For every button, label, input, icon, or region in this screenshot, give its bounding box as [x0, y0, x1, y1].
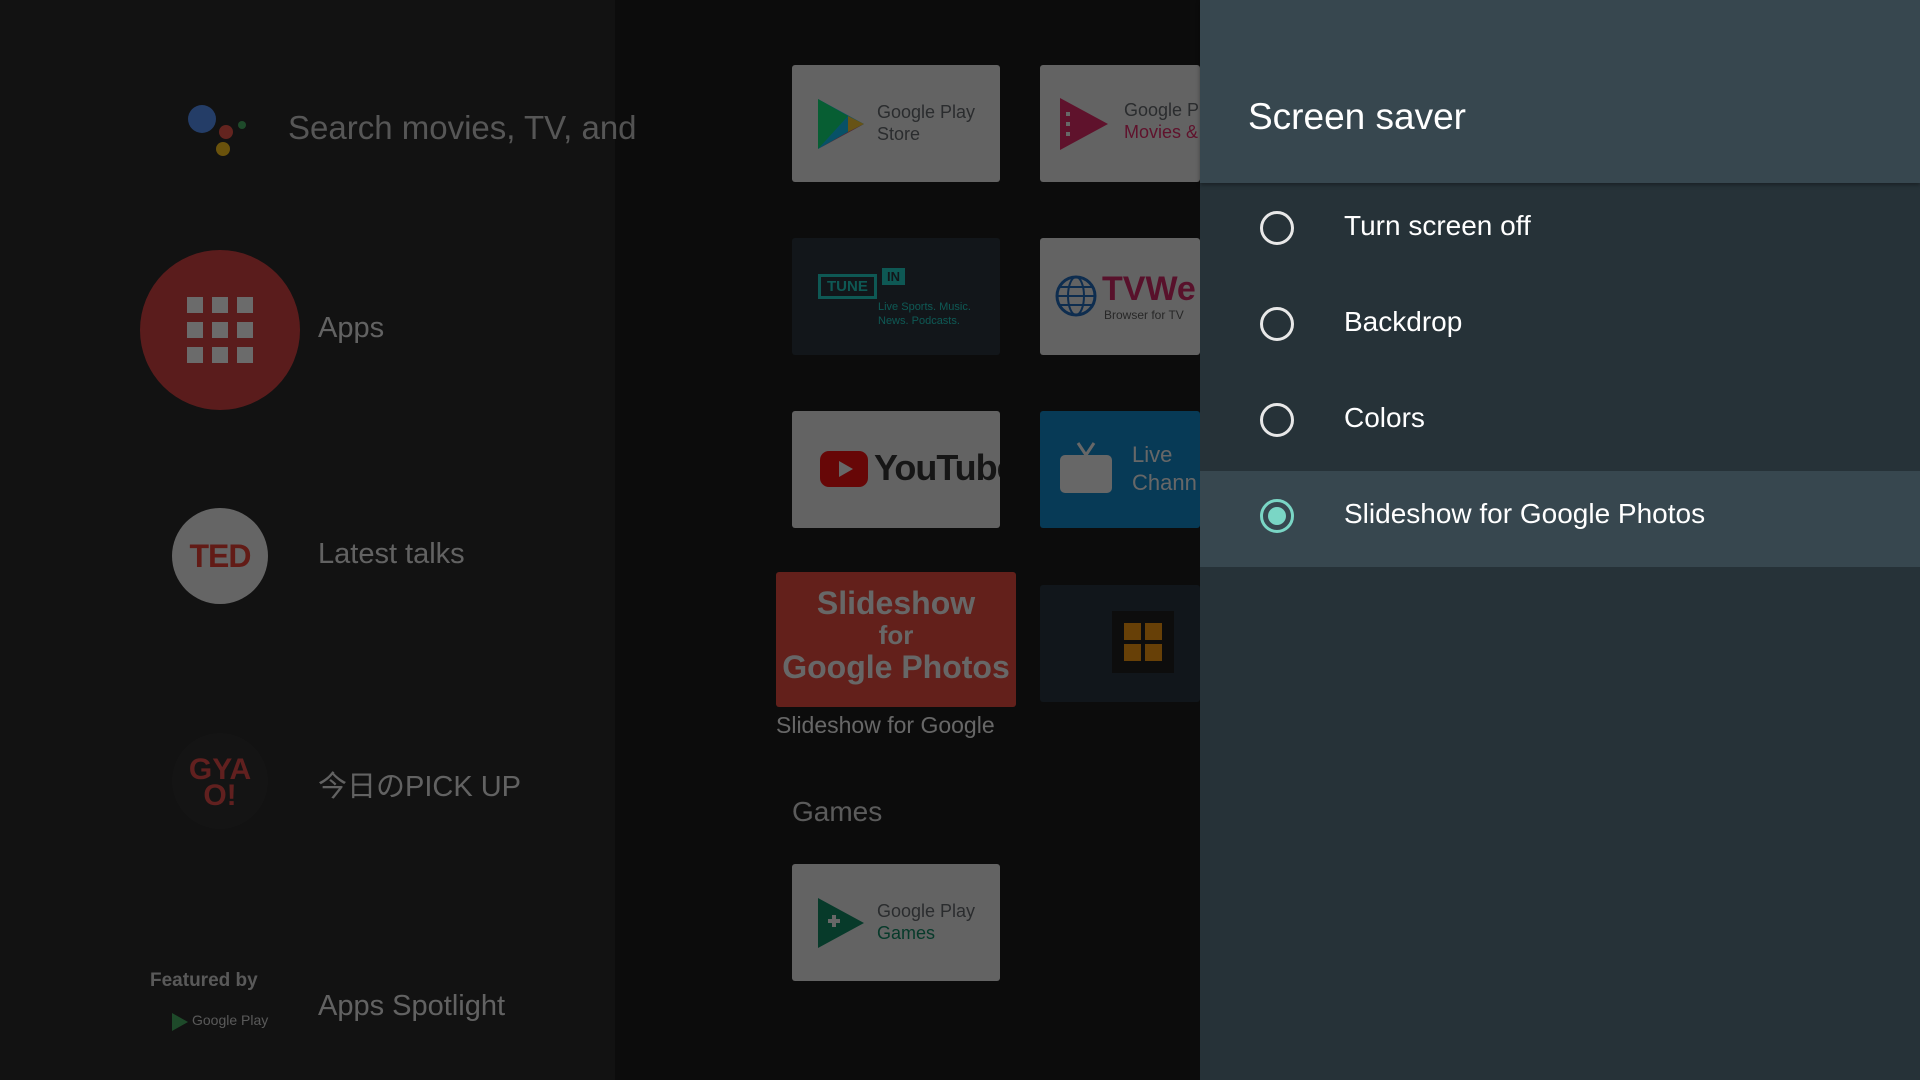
app-tile-youtube[interactable]: YouTube	[792, 411, 1000, 528]
option-colors[interactable]: Colors	[1200, 375, 1920, 471]
app-line1: Live	[1132, 442, 1173, 467]
option-label: Turn screen off	[1344, 210, 1531, 241]
app-line1: YouTube	[874, 447, 1000, 488]
panel-title: Screen saver	[1248, 96, 1466, 137]
app-tile-text: Google Play Games	[877, 900, 975, 944]
featured-by-label: Featured by	[150, 970, 258, 991]
row-label-apps-spotlight[interactable]: Apps Spotlight	[318, 990, 505, 1023]
app-line2: Live Sports. Music.	[878, 301, 971, 313]
app-line1: Slideshow	[816, 585, 976, 621]
app-line2: Games	[877, 923, 936, 943]
radio-button-checked[interactable]	[1260, 499, 1294, 533]
ted-logo-text: TED	[189, 538, 252, 574]
radio-button-unchecked[interactable]	[1260, 307, 1294, 341]
tunein-badge: IN	[882, 268, 905, 285]
app-tile-google-play-store[interactable]: Google Play Store	[792, 65, 1000, 182]
option-backdrop[interactable]: Backdrop	[1200, 279, 1920, 375]
app-tile-text: Google P Movies &	[1124, 99, 1199, 143]
gyao-logo-text: GYAO!	[188, 753, 252, 812]
app-tile-text: Live Chann	[1132, 441, 1197, 497]
app-line3: News. Podcasts.	[878, 315, 960, 327]
youtube-icon	[820, 451, 868, 487]
app-tile-google-play-games[interactable]: Google Play Games	[792, 864, 1000, 981]
app-tile-tv-web-browser[interactable]: TVWe Browser for TV	[1040, 238, 1200, 355]
app-tile-google-play-movies[interactable]: Google P Movies &	[1040, 65, 1200, 182]
search-bar[interactable]: Search movies, TV, and	[180, 95, 740, 165]
slideshow-caption: Slideshow for Google	[776, 712, 995, 738]
screen-saver-panel: Screen saver Turn screen off Backdrop Co…	[1200, 0, 1920, 1080]
app-tile-slideshow-for-google-photos[interactable]: Slideshow for Google Photos	[776, 572, 1016, 707]
option-label: Colors	[1344, 402, 1425, 433]
app-line1: Google P	[1124, 100, 1200, 120]
app-line2: Movies &	[1124, 122, 1199, 142]
radio-button-unchecked[interactable]	[1260, 403, 1294, 437]
google-play-icon	[172, 1013, 188, 1031]
option-label: Slideshow for Google Photos	[1344, 498, 1706, 529]
app-tile-text: Slideshow for Google Photos	[776, 586, 1016, 684]
option-turn-screen-off[interactable]: Turn screen off	[1200, 183, 1920, 279]
games-section-title: Games	[792, 796, 883, 827]
app-line1: Google Play	[877, 901, 976, 921]
option-slideshow-for-google-photos[interactable]: Slideshow for Google Photos	[1200, 471, 1920, 567]
radio-button-unchecked[interactable]	[1260, 211, 1294, 245]
app-line3: Google Photos	[782, 649, 1010, 685]
app-line2: Store	[877, 124, 921, 144]
app-line1: Google Play	[877, 102, 976, 122]
play-store-icon	[818, 99, 864, 149]
play-movies-icon	[1060, 98, 1108, 150]
tunein-logo: TUNE	[818, 274, 877, 299]
app-line2: Chann	[1132, 470, 1197, 495]
app-line1: TVWe	[1102, 270, 1196, 308]
ted-icon: TED	[172, 508, 268, 604]
row-label-apps: Apps	[318, 312, 385, 344]
gyao-icon: GYAO!	[172, 733, 268, 829]
google-assistant-icon	[188, 105, 246, 156]
film-grid-icon	[1112, 611, 1174, 673]
app-line2: for	[878, 620, 914, 650]
app-tile-live-channels[interactable]: Live Chann	[1040, 411, 1200, 528]
tv-icon	[1060, 442, 1112, 493]
apps-grid-icon	[140, 250, 300, 410]
play-games-icon	[818, 898, 864, 948]
app-line2: Browser for TV	[1104, 308, 1184, 322]
row-label-pick-up: 今日のPICK UP	[318, 771, 522, 803]
app-tile-tunein[interactable]: TUNE IN Live Sports. Music. News. Podcas…	[792, 238, 1000, 355]
app-tile-unknown[interactable]	[1040, 585, 1200, 702]
row-pick-up[interactable]: GYAO! 今日のPICK UP	[140, 733, 680, 893]
google-play-brand: Google Play	[192, 1012, 269, 1028]
row-latest-talks[interactable]: TED Latest talks	[140, 508, 680, 668]
panel-header: Screen saver	[1200, 0, 1920, 183]
tunein-tagline: Live Sports. Music. News. Podcasts.	[878, 300, 971, 328]
option-label: Backdrop	[1344, 306, 1463, 337]
row-apps[interactable]: Apps	[140, 250, 680, 410]
row-label-latest-talks: Latest talks	[318, 538, 465, 570]
globe-icon	[1055, 275, 1097, 317]
app-tile-text: Google Play Store	[877, 101, 975, 145]
search-placeholder: Search movies, TV, and	[288, 109, 637, 146]
